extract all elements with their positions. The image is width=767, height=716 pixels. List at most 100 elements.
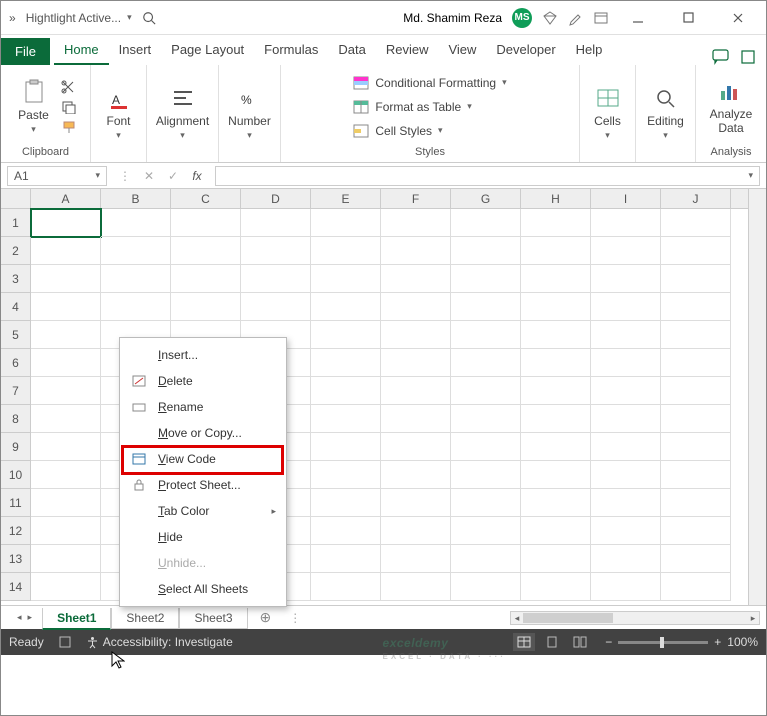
- scroll-thumb[interactable]: [523, 613, 613, 623]
- cell[interactable]: [241, 209, 311, 237]
- row-header[interactable]: 3: [1, 265, 31, 293]
- tab-page-layout[interactable]: Page Layout: [161, 36, 254, 65]
- brush-icon[interactable]: [568, 10, 584, 26]
- cell[interactable]: [661, 349, 731, 377]
- cell[interactable]: [101, 237, 171, 265]
- cell[interactable]: [311, 265, 381, 293]
- vertical-scrollbar[interactable]: [748, 189, 766, 605]
- tab-help[interactable]: Help: [566, 36, 613, 65]
- menu-select-all-sheets[interactable]: Select All Sheets: [120, 576, 286, 602]
- cell[interactable]: [661, 489, 731, 517]
- fx-icon[interactable]: fx: [185, 169, 209, 183]
- tab-data[interactable]: Data: [328, 36, 375, 65]
- cell[interactable]: [661, 517, 731, 545]
- sheet-tab-3[interactable]: Sheet3: [179, 608, 247, 629]
- col-header[interactable]: C: [171, 189, 241, 208]
- col-header[interactable]: E: [311, 189, 381, 208]
- cell[interactable]: [171, 265, 241, 293]
- cell[interactable]: [381, 545, 451, 573]
- cell[interactable]: [31, 405, 101, 433]
- cell[interactable]: [31, 517, 101, 545]
- row-header[interactable]: 12: [1, 517, 31, 545]
- tab-file[interactable]: File: [1, 38, 50, 65]
- col-header[interactable]: I: [591, 189, 661, 208]
- cell[interactable]: [521, 461, 591, 489]
- menu-move-copy[interactable]: Move or Copy...: [120, 420, 286, 446]
- cell[interactable]: [661, 209, 731, 237]
- menu-protect-sheet[interactable]: Protect Sheet...: [120, 472, 286, 498]
- editing-button[interactable]: Editing▾: [643, 80, 688, 145]
- cell[interactable]: [311, 293, 381, 321]
- name-box[interactable]: A1▾: [7, 166, 107, 186]
- scroll-left-icon[interactable]: ◂: [511, 612, 523, 624]
- cell[interactable]: [31, 377, 101, 405]
- cell-styles-button[interactable]: Cell Styles▾: [349, 123, 446, 139]
- cell[interactable]: [31, 461, 101, 489]
- cell[interactable]: [31, 321, 101, 349]
- cell[interactable]: [521, 377, 591, 405]
- sheet-tab-1[interactable]: Sheet1: [42, 608, 111, 630]
- cell[interactable]: [171, 293, 241, 321]
- scroll-right-icon[interactable]: ▸: [747, 612, 759, 624]
- search-icon[interactable]: [142, 11, 156, 25]
- cell[interactable]: [591, 461, 661, 489]
- menu-hide[interactable]: Hide: [120, 524, 286, 550]
- menu-insert[interactable]: Insert...: [120, 342, 286, 368]
- cell[interactable]: [451, 489, 521, 517]
- cell[interactable]: [381, 433, 451, 461]
- cell[interactable]: [381, 517, 451, 545]
- cell[interactable]: [451, 237, 521, 265]
- cell[interactable]: [521, 517, 591, 545]
- cell[interactable]: [381, 209, 451, 237]
- col-header[interactable]: F: [381, 189, 451, 208]
- cell[interactable]: [521, 573, 591, 601]
- cell[interactable]: [381, 405, 451, 433]
- cell[interactable]: [101, 265, 171, 293]
- cell[interactable]: [311, 545, 381, 573]
- row-header[interactable]: 5: [1, 321, 31, 349]
- cell[interactable]: [451, 405, 521, 433]
- cell[interactable]: [521, 349, 591, 377]
- paste-button[interactable]: Paste ▾: [14, 74, 53, 139]
- cell[interactable]: [381, 377, 451, 405]
- row-header[interactable]: 1: [1, 209, 31, 237]
- cell[interactable]: [171, 209, 241, 237]
- cell[interactable]: [521, 237, 591, 265]
- col-header[interactable]: G: [451, 189, 521, 208]
- col-header[interactable]: H: [521, 189, 591, 208]
- cell[interactable]: [591, 349, 661, 377]
- cells-button[interactable]: Cells▾: [590, 80, 626, 145]
- cell[interactable]: [451, 377, 521, 405]
- conditional-formatting-button[interactable]: Conditional Formatting▾: [349, 75, 510, 91]
- menu-rename[interactable]: Rename: [120, 394, 286, 420]
- cell[interactable]: [381, 265, 451, 293]
- cell[interactable]: [101, 209, 171, 237]
- cell[interactable]: [591, 433, 661, 461]
- col-header[interactable]: D: [241, 189, 311, 208]
- share-icon[interactable]: [740, 49, 756, 65]
- cell[interactable]: [381, 321, 451, 349]
- cell[interactable]: [451, 349, 521, 377]
- window-icon[interactable]: [594, 11, 608, 25]
- cell[interactable]: [661, 265, 731, 293]
- row-header[interactable]: 4: [1, 293, 31, 321]
- cell[interactable]: [451, 209, 521, 237]
- cell[interactable]: [591, 573, 661, 601]
- cell[interactable]: [591, 237, 661, 265]
- cell[interactable]: [381, 489, 451, 517]
- menu-view-code[interactable]: View Code: [120, 446, 286, 472]
- col-header[interactable]: A: [31, 189, 101, 208]
- cancel-icon[interactable]: ✕: [137, 169, 161, 183]
- tab-developer[interactable]: Developer: [486, 36, 565, 65]
- row-header[interactable]: 2: [1, 237, 31, 265]
- sheet-prev-icon[interactable]: ◂: [17, 612, 22, 623]
- cell[interactable]: [451, 265, 521, 293]
- cell[interactable]: [31, 573, 101, 601]
- cell[interactable]: [521, 265, 591, 293]
- cell[interactable]: [381, 293, 451, 321]
- row-header[interactable]: 7: [1, 377, 31, 405]
- analyze-button[interactable]: Analyze Data: [704, 74, 758, 138]
- cell[interactable]: [591, 545, 661, 573]
- row-header[interactable]: 8: [1, 405, 31, 433]
- tab-view[interactable]: View: [438, 36, 486, 65]
